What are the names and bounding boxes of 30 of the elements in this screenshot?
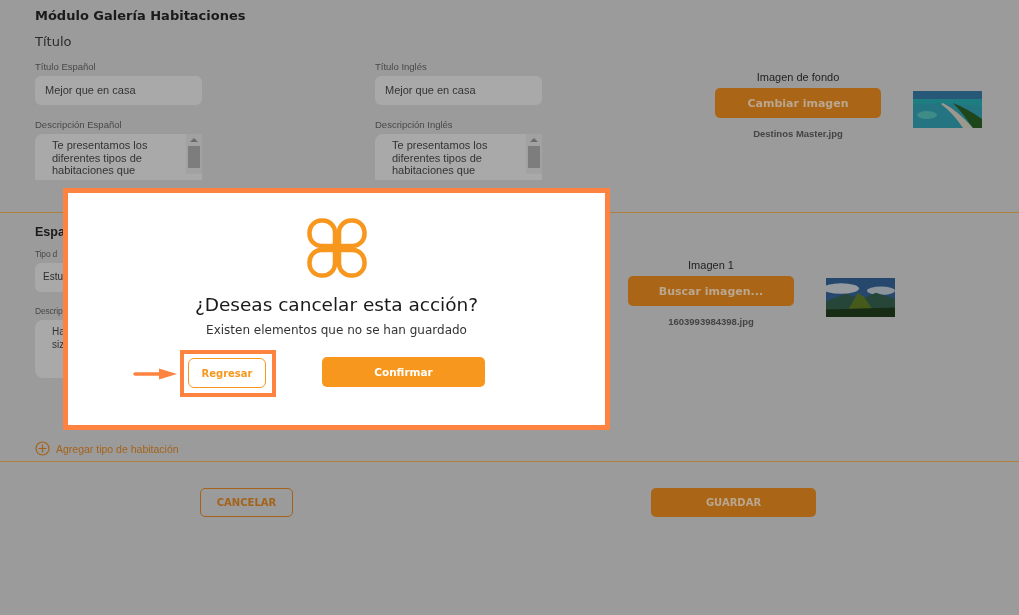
search-image-button[interactable]: Buscar imagen... (628, 276, 794, 306)
confirm-button[interactable]: Confirmar (322, 357, 485, 387)
dialog-message: Existen elementos que no se han guardado (206, 323, 467, 337)
text-input[interactable]: Mejor que en casa (375, 76, 542, 105)
arrow-icon (133, 367, 177, 380)
field-label: Título Español (35, 61, 96, 72)
field-label: Título Inglés (375, 61, 427, 72)
back-button[interactable]: Regresar (188, 358, 266, 388)
scrollbar-icon (526, 134, 542, 174)
add-room-type-link[interactable]: Agregar tipo de habitación (56, 442, 179, 455)
section-title: Módulo Galería Habitaciones (35, 8, 247, 23)
field-label: Tipo d (35, 249, 58, 259)
file-name: 1603993984398.jpg (668, 316, 754, 327)
change-image-button[interactable]: Cambiar imagen (715, 88, 881, 118)
image-label: Imagen de fondo (756, 71, 840, 83)
save-button[interactable]: GUARDAR (651, 488, 816, 517)
text-area[interactable]: Te presentamos los diferentes tipos de habitaciones que (35, 134, 202, 180)
text-input[interactable]: Mejor que en casa (35, 76, 202, 105)
field-label: Descripción Español (35, 119, 122, 130)
cancel-button[interactable]: CANCELAR (200, 488, 293, 517)
scrollbar-icon (186, 134, 202, 174)
field-label: Descrip (35, 306, 63, 316)
field-label: Descripción Inglés (375, 119, 453, 130)
text-area[interactable]: Te presentamos los diferentes tipos de habitaciones que (375, 134, 542, 180)
image-label: Imagen 1 (688, 259, 734, 271)
subsection-title: Título (35, 34, 73, 49)
dialog-title: ¿Deseas cancelar esta acción? (194, 294, 479, 315)
file-name: Destinos Master.jpg (753, 128, 843, 139)
clover-logo-icon (306, 218, 367, 278)
add-icon[interactable] (35, 441, 50, 456)
